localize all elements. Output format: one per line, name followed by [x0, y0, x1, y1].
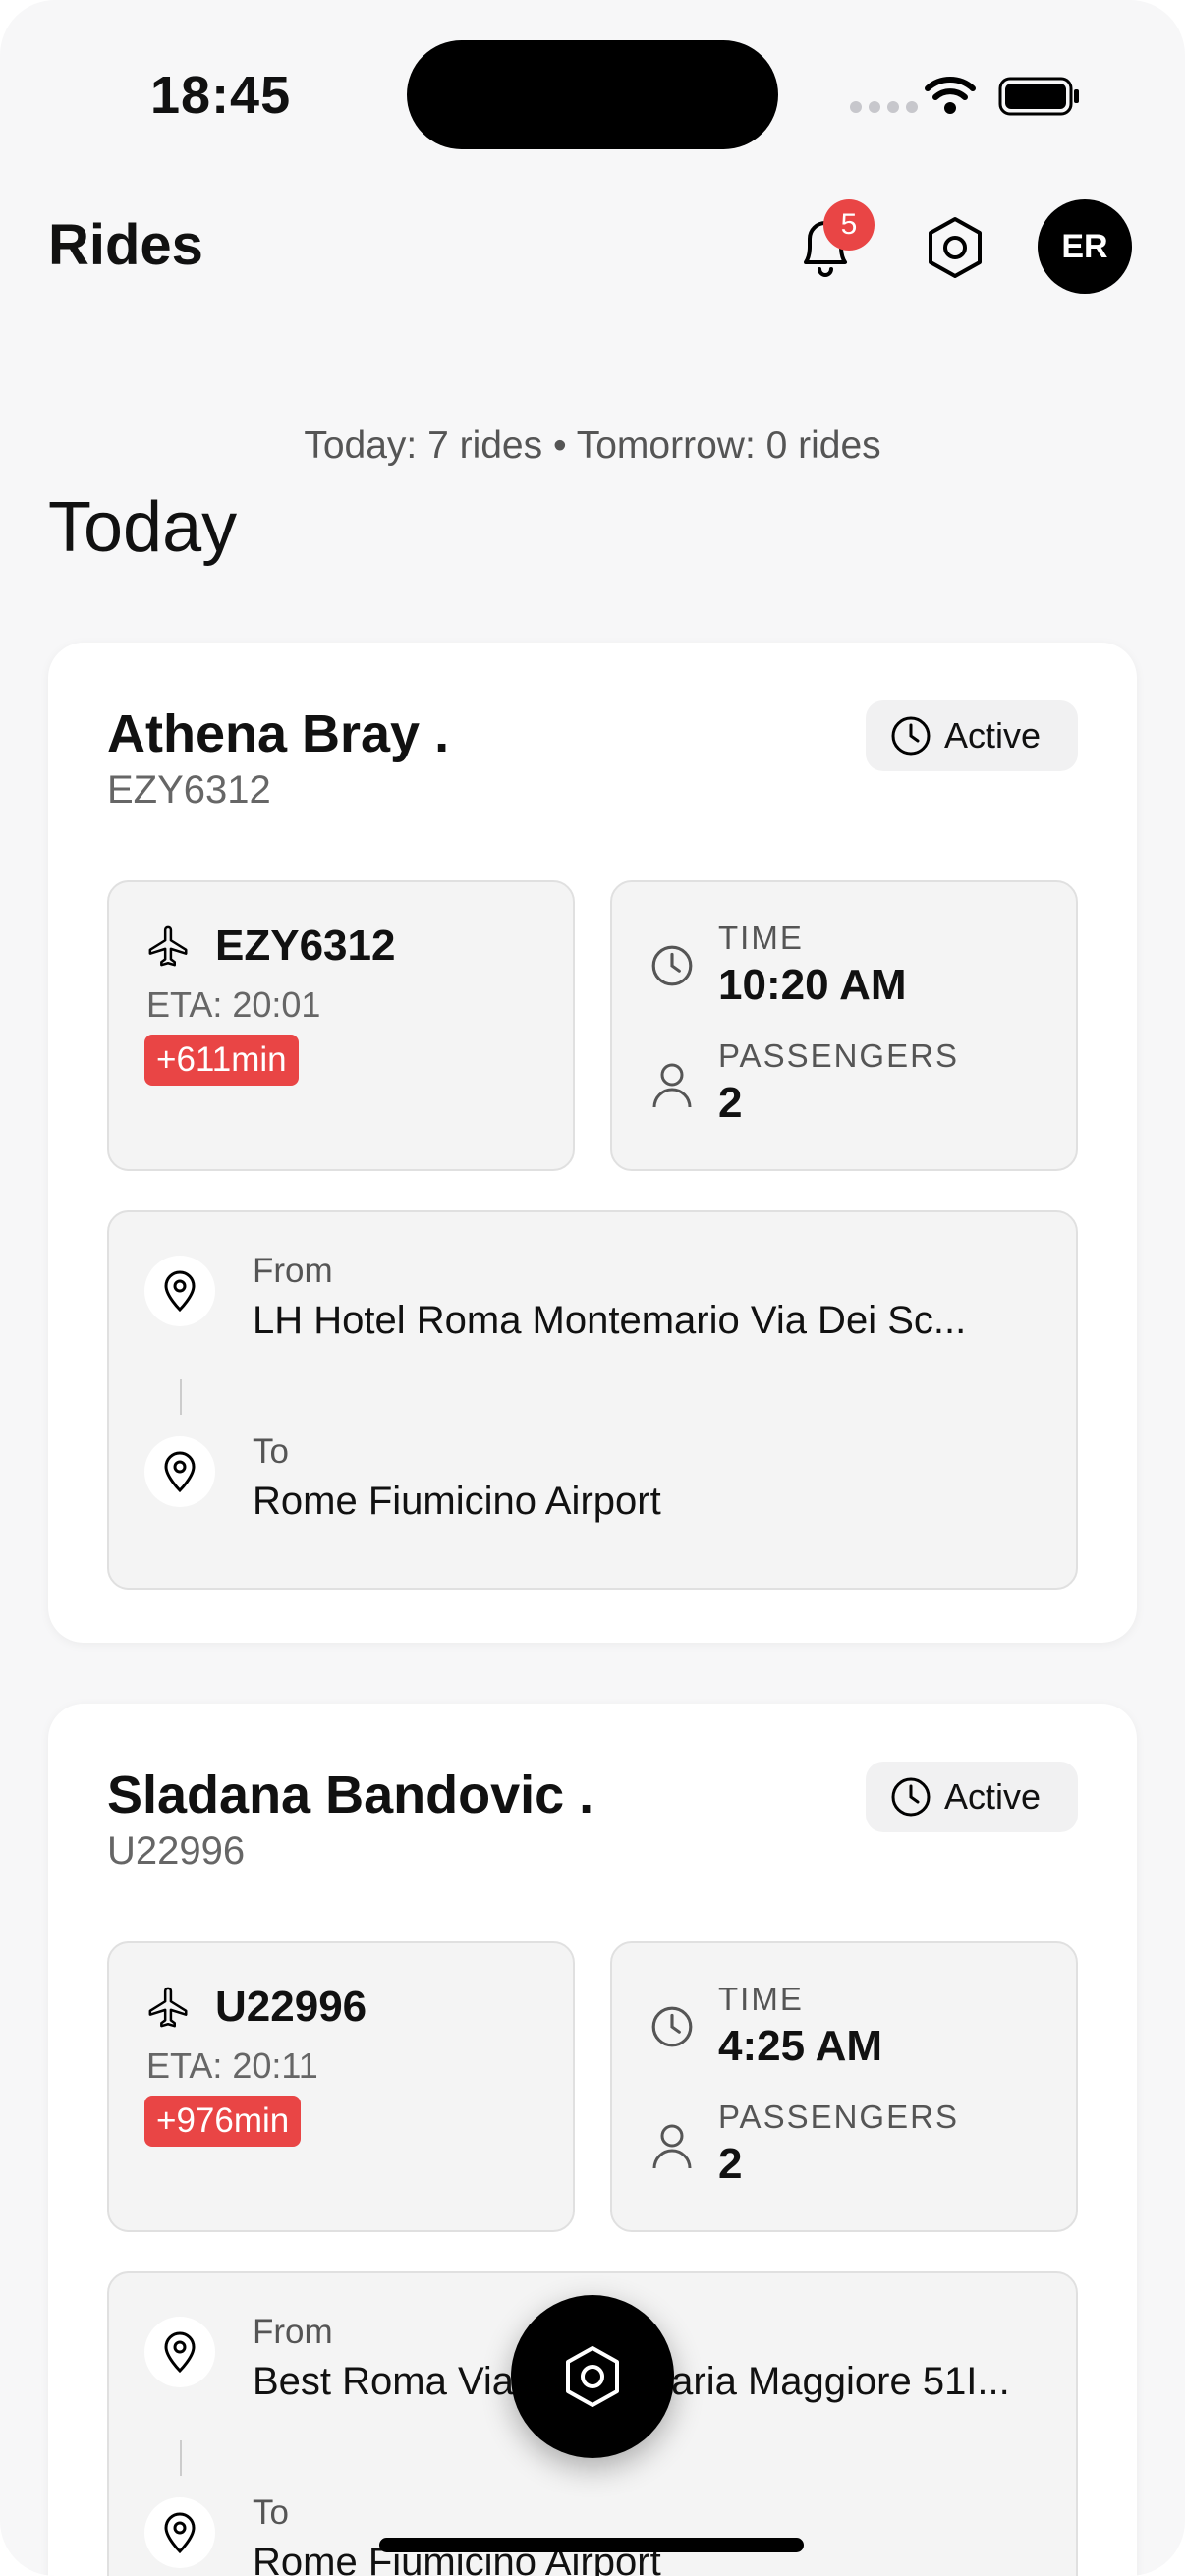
time-passengers-box: TIME 10:20 AM PASSENGERS 2 [610, 880, 1078, 1171]
time-passengers-box: TIME 4:25 AM PASSENGERS 2 [610, 1941, 1078, 2232]
map-pin-icon [144, 1436, 215, 1507]
map-pin-icon [144, 2317, 215, 2387]
passenger-name: Sladana Bandovic . [107, 1765, 594, 1824]
clock-icon [891, 1777, 931, 1817]
ride-code: EZY6312 [107, 768, 271, 812]
to-label: To [253, 1432, 289, 1471]
home-indicator[interactable] [379, 2538, 804, 2552]
flight-number: EZY6312 [215, 922, 396, 970]
clock-icon [651, 945, 693, 986]
passenger-count: 2 [718, 1079, 743, 1127]
plane-icon [148, 925, 188, 967]
delay-badge: +976min [144, 2096, 302, 2147]
status-badge: Active [866, 700, 1078, 771]
avatar[interactable]: ER [1038, 199, 1132, 294]
passenger-name: Athena Bray . [107, 704, 450, 763]
flight-eta: ETA: 20:01 [146, 984, 321, 1025]
plane-icon [148, 1987, 188, 2028]
passengers-label: PASSENGERS [718, 1037, 959, 1074]
ride-code: U22996 [107, 1829, 246, 1873]
app-screen: 18:45 Rides 5 ER Today: 7 rides • Tomorr… [0, 0, 1185, 2576]
settings-button[interactable] [906, 198, 1004, 297]
page-title: Rides [48, 213, 203, 277]
clock-icon [651, 2006, 693, 2047]
flight-info-box: EZY6312 ETA: 20:01 +611min [107, 880, 575, 1171]
battery-icon [998, 77, 1079, 116]
status-label: Active [944, 1776, 1042, 1817]
rides-summary: Today: 7 rides • Tomorrow: 0 rides [304, 424, 881, 467]
passengers-label: PASSENGERS [718, 2099, 959, 2135]
dropoff-address: Rome Fiumicino Airport [253, 1480, 661, 1523]
pickup-time: 10:20 AM [718, 961, 907, 1009]
pickup-time: 4:25 AM [718, 2022, 883, 2070]
flight-info-box: U22996 ETA: 20:11 +976min [107, 1941, 575, 2232]
flight-eta: ETA: 20:11 [146, 2045, 318, 2086]
person-icon [652, 1063, 692, 1108]
clock-icon [891, 716, 931, 756]
route-box: From LH Hotel Roma Montemario Via Dei Sc… [107, 1210, 1078, 1590]
from-label: From [253, 1252, 333, 1290]
from-label: From [253, 2313, 333, 2351]
passenger-count: 2 [718, 2140, 743, 2188]
time-label: TIME [718, 920, 804, 956]
notification-badge: 5 [823, 199, 875, 251]
route-connector [180, 2440, 182, 2476]
person-icon [652, 2124, 692, 2169]
cellular-signal-icon [850, 101, 918, 113]
wifi-icon [925, 77, 976, 114]
flight-number: U22996 [215, 1983, 367, 2031]
settings-icon [929, 217, 982, 278]
status-label: Active [944, 715, 1042, 756]
map-pin-icon [144, 2497, 215, 2568]
time-label: TIME [718, 1981, 804, 2017]
route-connector [180, 1379, 182, 1415]
status-time: 18:45 [150, 66, 292, 125]
status-badge: Active [866, 1762, 1078, 1832]
hexagon-settings-icon [566, 2346, 619, 2407]
pickup-address: LH Hotel Roma Montemario Via Dei Sc... [253, 1299, 967, 1342]
ride-card[interactable]: Athena Bray . EZY6312 Active EZY6312 ETA… [48, 643, 1137, 1643]
to-label: To [253, 2493, 289, 2532]
delay-badge: +611min [144, 1035, 299, 1086]
floating-action-button[interactable] [511, 2295, 674, 2458]
dynamic-island [407, 40, 778, 149]
section-title: Today [48, 488, 238, 567]
map-pin-icon [144, 1256, 215, 1326]
